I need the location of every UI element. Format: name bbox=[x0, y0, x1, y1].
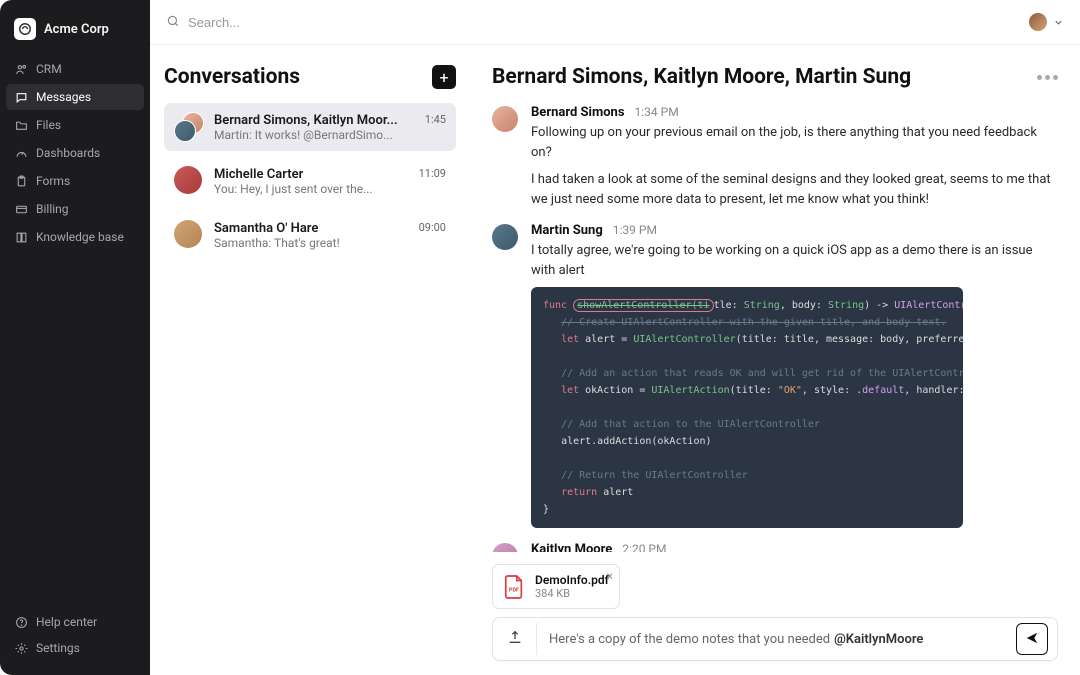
avatar bbox=[492, 106, 518, 132]
nav-crm[interactable]: CRM bbox=[6, 56, 144, 82]
nav-help[interactable]: Help center bbox=[6, 609, 144, 635]
nav-label: Files bbox=[36, 118, 61, 132]
message-time: 1:34 PM bbox=[635, 105, 679, 119]
attachment-chip: PDF DemoInfo.pdf 384 KB × bbox=[492, 564, 620, 609]
nav-label: Dashboards bbox=[36, 146, 100, 160]
nav-label: Forms bbox=[36, 174, 70, 188]
nav: CRM Messages Files Dashboards Forms Bill… bbox=[0, 56, 150, 609]
nav-label: Settings bbox=[36, 641, 80, 655]
conversation-time: 11:09 bbox=[419, 167, 446, 180]
thread-panel: Bernard Simons, Kaitlyn Moore, Martin Su… bbox=[470, 45, 1080, 675]
nav-messages[interactable]: Messages bbox=[6, 84, 144, 110]
conversation-names: Michelle Carter bbox=[214, 167, 409, 182]
conversation-item[interactable]: Bernard Simons, Kaitlyn Moor... Martin: … bbox=[164, 103, 456, 151]
conversation-list: Bernard Simons, Kaitlyn Moor... Martin: … bbox=[164, 103, 456, 259]
attachment-size: 384 KB bbox=[535, 587, 609, 600]
gear-icon bbox=[14, 641, 28, 655]
main: Conversations + Bernard Simons, Kaitlyn … bbox=[150, 0, 1080, 675]
book-icon bbox=[14, 230, 28, 244]
nav-forms[interactable]: Forms bbox=[6, 168, 144, 194]
search-icon bbox=[166, 13, 180, 32]
conversation-preview: You: Hey, I just sent over the... bbox=[214, 182, 409, 196]
clipboard-icon bbox=[14, 174, 28, 188]
upload-icon bbox=[507, 629, 523, 649]
composer-area: PDF DemoInfo.pdf 384 KB × Here' bbox=[492, 564, 1058, 661]
thread-menu-button[interactable] bbox=[1037, 75, 1058, 80]
message: Martin Sung 1:39 PM I totally agree, we'r… bbox=[492, 223, 1058, 528]
search-input[interactable] bbox=[188, 15, 448, 30]
brand-name: Acme Corp bbox=[44, 22, 109, 37]
nav-billing[interactable]: Billing bbox=[6, 196, 144, 222]
nav-label: Billing bbox=[36, 202, 69, 216]
chat-icon bbox=[14, 90, 28, 104]
conversation-time: 1:45 bbox=[425, 113, 446, 126]
sidebar: Acme Corp CRM Messages Files Dashboards … bbox=[0, 0, 150, 675]
conversation-preview: Martin: It works! @BernardSimo... bbox=[214, 128, 415, 142]
conversation-item[interactable]: Samantha O' Hare Samantha: That's great!… bbox=[164, 211, 456, 259]
message: Bernard Simons 1:34 PM Following up on yo… bbox=[492, 105, 1058, 209]
composer: Here's a copy of the demo notes that you… bbox=[492, 617, 1058, 661]
nav-footer: Help center Settings bbox=[0, 609, 150, 675]
avatar bbox=[1029, 13, 1047, 31]
nav-knowledge[interactable]: Knowledge base bbox=[6, 224, 144, 250]
nav-label: Help center bbox=[36, 615, 97, 629]
code-snippet: func showAlertController(title: String, … bbox=[531, 287, 963, 528]
avatar bbox=[174, 166, 204, 196]
messages: Bernard Simons 1:34 PM Following up on yo… bbox=[492, 105, 1058, 552]
avatar bbox=[492, 224, 518, 250]
avatar bbox=[174, 120, 196, 142]
message-author: Kaitlyn Moore bbox=[531, 542, 612, 552]
send-icon bbox=[1025, 630, 1039, 649]
new-conversation-button[interactable]: + bbox=[432, 65, 456, 89]
avatar bbox=[174, 220, 204, 250]
avatar bbox=[492, 543, 518, 552]
nav-label: Knowledge base bbox=[36, 230, 124, 244]
message-text: I had taken a look at some of the semina… bbox=[531, 170, 1058, 209]
message-time: 2:20 PM bbox=[622, 542, 666, 552]
mention: @KaitlynMoore bbox=[834, 632, 923, 647]
plus-icon: + bbox=[439, 68, 448, 87]
search[interactable] bbox=[166, 13, 1029, 32]
attachment-remove-button[interactable]: × bbox=[606, 569, 612, 583]
conversation-preview: Samantha: That's great! bbox=[214, 236, 409, 250]
nav-label: Messages bbox=[36, 90, 91, 104]
nav-dashboards[interactable]: Dashboards bbox=[6, 140, 144, 166]
card-icon bbox=[14, 202, 28, 216]
avatar-group bbox=[174, 112, 204, 142]
gauge-icon bbox=[14, 146, 28, 160]
thread-title: Bernard Simons, Kaitlyn Moore, Martin Su… bbox=[492, 65, 911, 89]
conversations-panel: Conversations + Bernard Simons, Kaitlyn … bbox=[150, 45, 470, 675]
topbar bbox=[150, 0, 1080, 45]
nav-label: CRM bbox=[36, 62, 62, 76]
nav-files[interactable]: Files bbox=[6, 112, 144, 138]
message-text: I totally agree, we're going to be worki… bbox=[531, 241, 1058, 280]
message-author: Bernard Simons bbox=[531, 105, 625, 120]
send-button[interactable] bbox=[1016, 623, 1048, 655]
brand: Acme Corp bbox=[0, 14, 150, 56]
attachment-name: DemoInfo.pdf bbox=[535, 573, 609, 587]
svg-text:PDF: PDF bbox=[509, 587, 519, 593]
pdf-icon: PDF bbox=[503, 574, 525, 600]
conversation-names: Bernard Simons, Kaitlyn Moor... bbox=[214, 113, 415, 128]
composer-input[interactable]: Here's a copy of the demo notes that you… bbox=[537, 632, 1016, 647]
brand-logo bbox=[14, 18, 36, 40]
help-icon bbox=[14, 615, 28, 629]
folder-icon bbox=[14, 118, 28, 132]
conversation-names: Samantha O' Hare bbox=[214, 221, 409, 236]
profile-menu[interactable] bbox=[1029, 13, 1064, 32]
conversation-time: 09:00 bbox=[419, 221, 446, 234]
message-text: Following up on your previous email on t… bbox=[531, 123, 1058, 162]
users-icon bbox=[14, 62, 28, 76]
message: Kaitlyn Moore2:20 PM @MartinSung check t… bbox=[492, 542, 1058, 552]
nav-settings[interactable]: Settings bbox=[6, 635, 144, 661]
message-author: Martin Sung bbox=[531, 223, 603, 238]
message-time: 1:39 PM bbox=[613, 223, 657, 237]
upload-button[interactable] bbox=[493, 623, 537, 655]
conversations-title: Conversations bbox=[164, 65, 300, 89]
chevron-down-icon bbox=[1053, 13, 1064, 32]
conversation-item[interactable]: Michelle Carter You: Hey, I just sent ov… bbox=[164, 157, 456, 205]
